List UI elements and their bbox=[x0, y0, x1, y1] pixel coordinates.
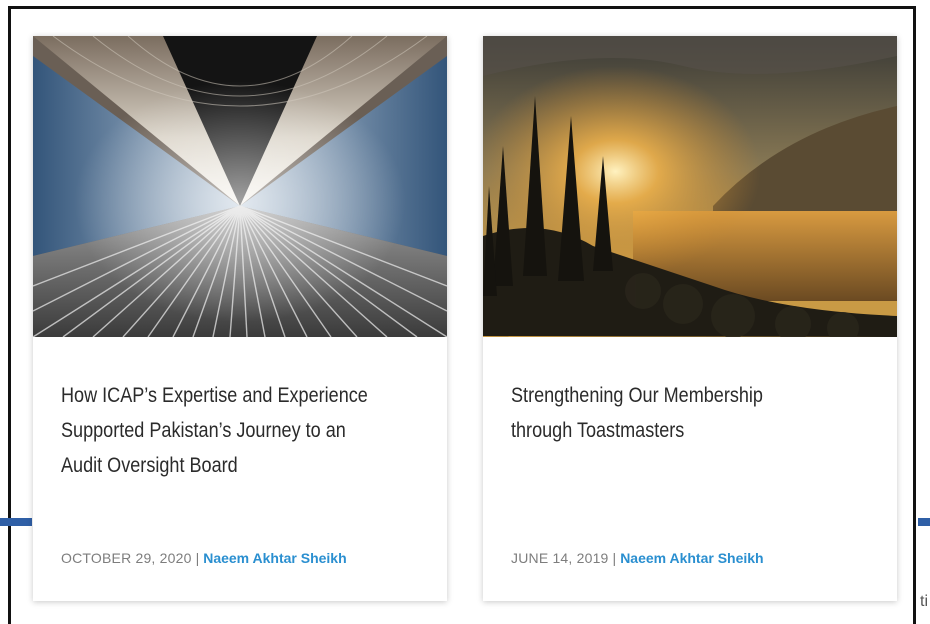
meta-separator: | bbox=[612, 550, 617, 566]
title-line[interactable]: Strengthening Our Membership bbox=[511, 384, 763, 407]
blue-rule-left bbox=[0, 518, 32, 526]
title-line[interactable]: How ICAP’s Expertise and Experience bbox=[61, 384, 368, 407]
article-card-toastmasters[interactable]: Strengthening Our Membership through Toa… bbox=[483, 36, 897, 601]
publish-date: JUNE 14, 2019 bbox=[511, 550, 609, 566]
publish-date: OCTOBER 29, 2020 bbox=[61, 550, 192, 566]
article-card-icap[interactable]: How ICAP’s Expertise and Experience Supp… bbox=[33, 36, 447, 601]
title-line[interactable]: Supported Pakistan’s Journey to an bbox=[61, 419, 346, 442]
meta-separator: | bbox=[195, 550, 200, 566]
article-title[interactable]: How ICAP’s Expertise and Experience Supp… bbox=[61, 378, 422, 483]
sunrise-lake-image[interactable] bbox=[483, 36, 897, 337]
author-link[interactable]: Naeem Akhtar Sheikh bbox=[203, 550, 346, 566]
author-link[interactable]: Naeem Akhtar Sheikh bbox=[620, 550, 763, 566]
clipped-edge-text: ti bbox=[920, 593, 928, 610]
title-line[interactable]: through Toastmasters bbox=[511, 419, 684, 442]
blue-rule-right bbox=[918, 518, 930, 526]
article-meta: JUNE 14, 2019 | Naeem Akhtar Sheikh bbox=[511, 550, 764, 566]
article-title[interactable]: Strengthening Our Membership through Toa… bbox=[511, 378, 872, 448]
walkway-tunnel-image[interactable] bbox=[33, 36, 447, 337]
article-meta: OCTOBER 29, 2020 | Naeem Akhtar Sheikh bbox=[61, 550, 347, 566]
title-line[interactable]: Audit Oversight Board bbox=[61, 454, 238, 477]
